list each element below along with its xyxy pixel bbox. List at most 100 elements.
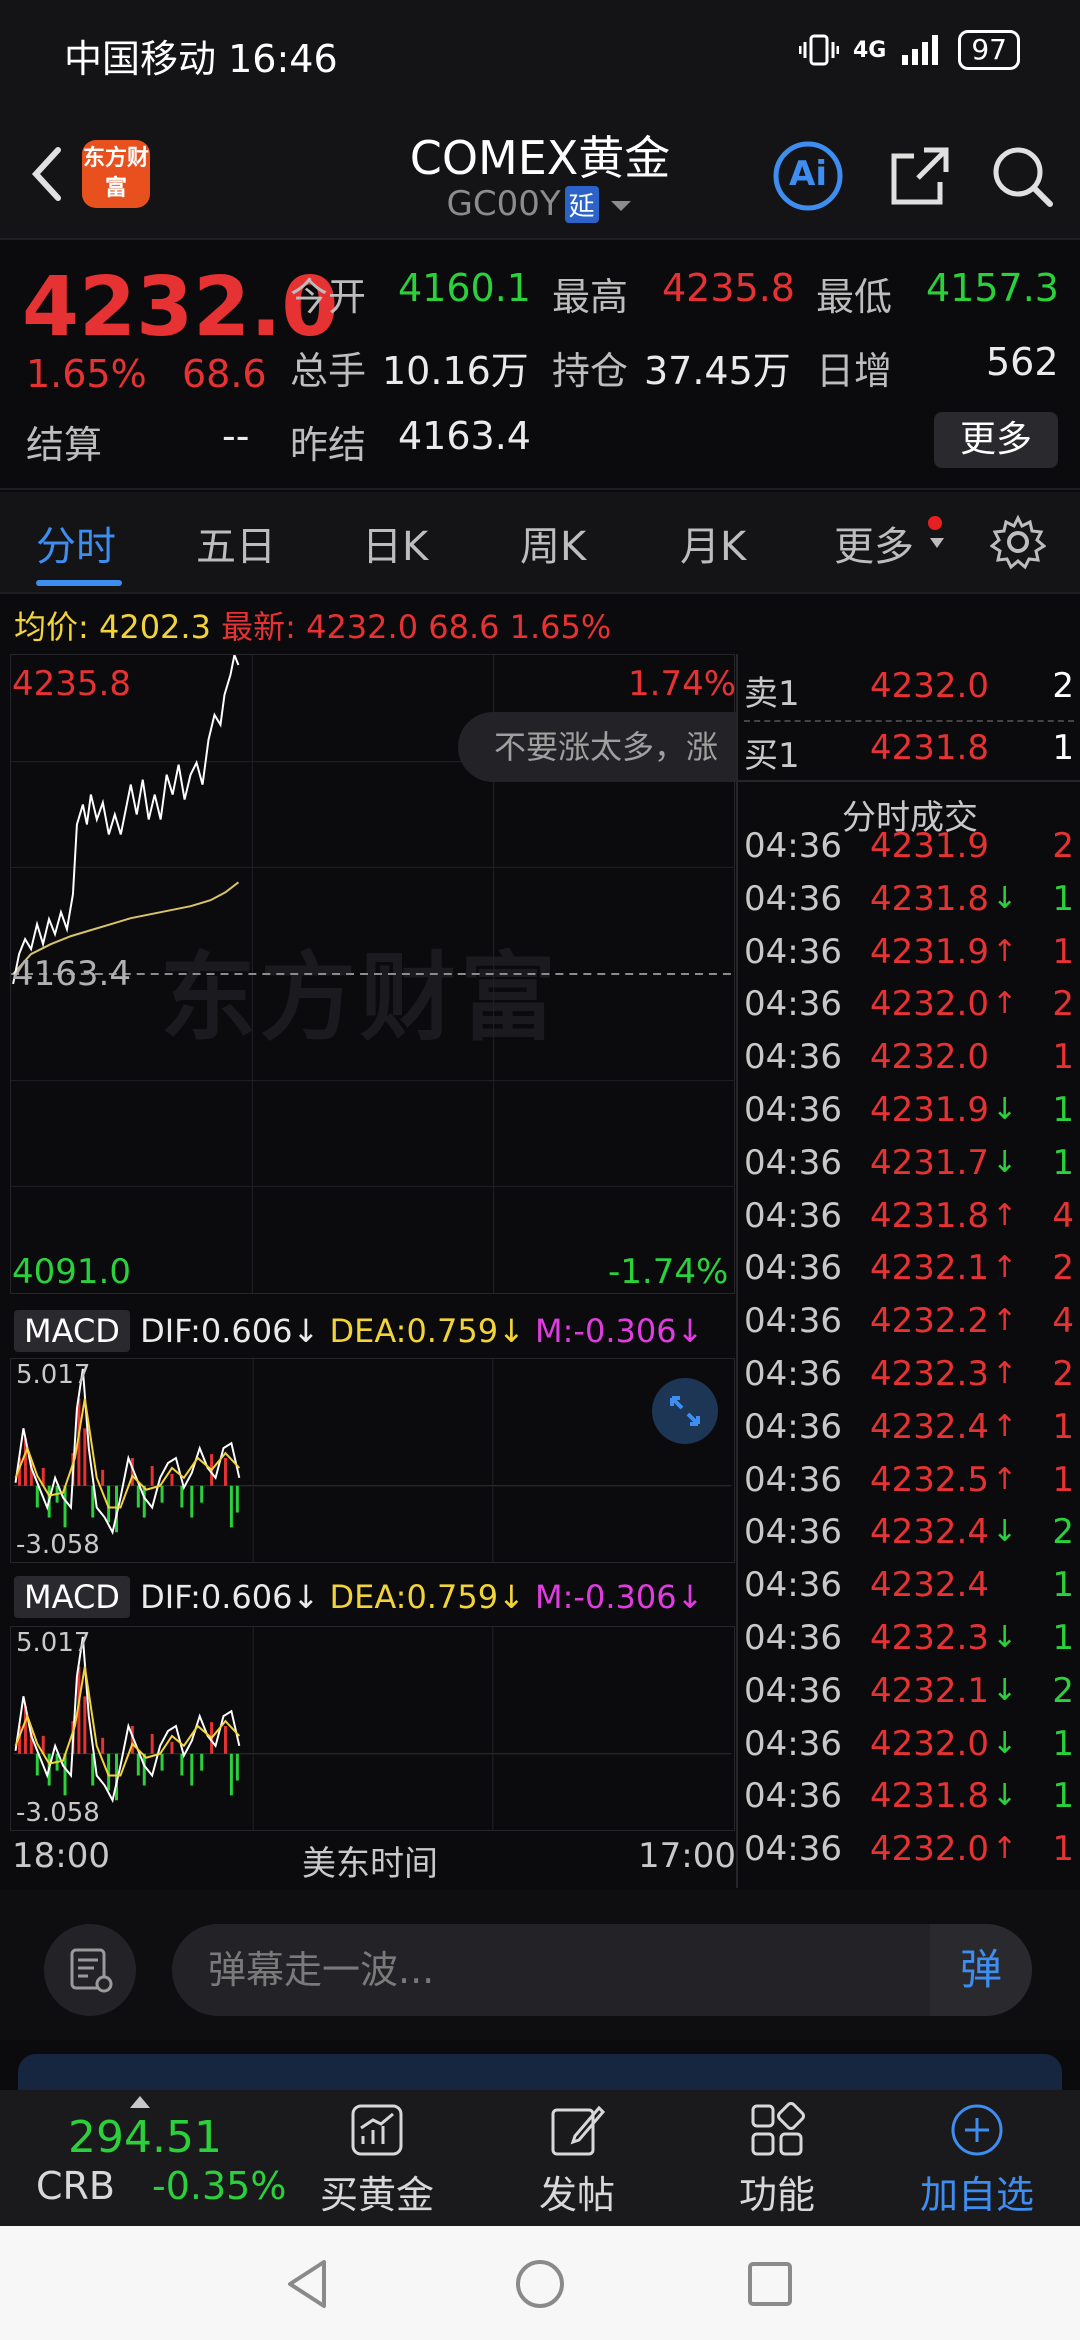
macd-selector[interactable]: MACD [14,1576,130,1618]
trade-volume: 4 [1052,1301,1074,1342]
trade-time: 04:36 [744,1776,842,1817]
trade-direction-arrow: ↑ [992,1303,1018,1339]
chart-bottom-pct: -1.74% [608,1252,729,1292]
more-quote-button[interactable]: 更多 [934,412,1058,468]
signal-icon [902,35,939,65]
macd-histogram [17,1666,239,1801]
tab-more[interactable]: 更多 [834,514,914,572]
trade-price: 4232.4 [870,1512,989,1553]
danmu-bubble: 不要涨太多，涨 [458,712,736,782]
macd-top-value: 5.017 [16,1360,91,1390]
index-quote[interactable]: 294.51 CRB -0.35% [20,2096,290,2220]
trade-row: 04:36 4231.9 2 [744,826,1074,878]
trade-row: 04:36 4231.8 ↑ 4 [744,1196,1074,1248]
trade-price: 4232.0 [870,1829,989,1870]
gear-icon[interactable] [990,514,1046,570]
carrier-name: 中国移动 [64,37,217,81]
news-ticker[interactable] [18,2054,1062,2090]
trade-price: 4231.7 [870,1142,989,1183]
code-text: GC00Y [446,184,561,224]
chart-top-pct: 1.74% [628,664,737,704]
danmu-input[interactable]: 弹幕走一波... [172,1924,1032,2016]
arrow-down-icon: ↓ [292,1578,320,1616]
delay-badge: 延 [564,186,599,223]
low-label: 最低 [816,275,893,319]
nav-label: 发帖 [538,2173,615,2217]
back-triangle-icon[interactable] [280,2256,336,2312]
ai-button[interactable]: Ai [772,140,844,212]
index-change: -0.35% [152,2164,287,2208]
trade-time: 04:36 [744,1354,842,1394]
recents-square-icon[interactable] [744,2258,796,2310]
avg-value: 4202.3 [98,608,211,646]
trade-time: 04:36 [744,1723,842,1764]
arrow-down-icon: ↓ [292,1312,320,1350]
latest-value: 4232.0 [306,608,419,646]
trade-volume: 1 [1052,1565,1074,1606]
trade-price: 4232.3 [870,1618,989,1658]
macd-header-1: MACD DIF:0.606↓ DEA:0.759↓ M:-0.306↓ [14,1310,703,1352]
sell-volume: 2 [1052,666,1074,706]
trade-row: 04:36 4232.3 ↑ 2 [744,1354,1074,1406]
macd-selector[interactable]: MACD [14,1310,130,1352]
tab-daily-k[interactable]: 日K [362,514,428,572]
tab-monthly-k[interactable]: 月K [680,514,746,572]
trade-price: 4231.8 [870,1195,989,1236]
danmu-settings-button[interactable] [44,1924,136,2016]
status-icons: 4G 97 [798,30,1020,70]
trade-volume: 1 [1052,931,1074,972]
trade-row: 04:36 4232.1 ↑ 2 [744,1248,1074,1300]
share-icon[interactable] [884,140,956,212]
expand-button[interactable] [652,1378,718,1444]
macd-panel-2[interactable] [10,1626,735,1831]
trade-volume: 1 [1052,1037,1074,1078]
buy-volume: 1 [1052,728,1074,768]
macd-bottom-value: -3.058 [16,1798,100,1828]
x-axis-start: 18:00 [12,1836,110,1876]
trade-volume: 1 [1052,1406,1074,1447]
trade-time: 04:36 [744,1301,842,1342]
trade-direction-arrow: ↑ [992,986,1018,1022]
macd-panel-1[interactable] [10,1358,735,1563]
volume-value: 10.16万 [382,349,529,393]
trades-panel: 卖1 4232.0 2 买1 4231.8 1 分时成交 04:36 4231.9… [736,654,1080,1888]
trade-direction-arrow: ↓ [992,1144,1018,1180]
trade-direction-arrow: ↓ [992,1092,1018,1127]
trade-volume: 1 [1052,1142,1074,1183]
nav-post[interactable]: 发帖 [512,2100,642,2219]
nav-buy-gold[interactable]: 买黄金 [312,2100,442,2219]
quote-panel: 4232.0 1.65% 68.6 今开 4160.1 最高 4235.8 最低… [0,240,1080,490]
caret-down-icon [930,538,944,548]
trade-row: 04:36 4232.4 1 [744,1565,1074,1617]
open-value: 4160.1 [398,266,531,310]
nav-add-watchlist[interactable]: 加自选 [912,2100,1042,2219]
home-circle-icon[interactable] [512,2256,568,2312]
trade-row: 04:36 4232.0 1 [744,1037,1074,1089]
macd-histogram [17,1398,239,1533]
trade-price: 4232.0 [870,984,989,1025]
danmu-toggle-button[interactable]: 弹 [930,1924,1032,2016]
trade-volume: 2 [1052,1512,1074,1553]
grid-icon [751,2102,805,2156]
trade-time: 04:36 [744,1670,842,1711]
edit-icon [551,2105,606,2156]
search-icon[interactable] [986,140,1058,212]
high-value: 4235.8 [662,266,795,310]
arrow-down-icon: ↓ [498,1578,525,1616]
latest-change-pct: 1.65% [509,608,612,646]
nav-functions[interactable]: 功能 [712,2100,842,2219]
latest-change: 68.6 [428,608,500,646]
tab-weekly-k[interactable]: 周K [520,514,586,572]
arrow-down-icon: ↓ [498,1312,525,1350]
open-label: 今开 [290,275,367,319]
chevron-down-icon[interactable] [609,199,633,215]
change-amount: 68.6 [182,352,267,396]
trade-time: 04:36 [744,1195,842,1236]
tab-five-day[interactable]: 五日 [196,514,276,572]
trade-time: 04:36 [744,1037,842,1078]
trade-direction-arrow: ↓ [992,1725,1018,1761]
tab-intraday[interactable]: 分时 [36,514,116,572]
add-circle-icon [951,2104,1003,2156]
buy-label: 买1 [744,736,800,776]
trade-row: 04:36 4231.9 ↓ 1 [744,1090,1074,1142]
